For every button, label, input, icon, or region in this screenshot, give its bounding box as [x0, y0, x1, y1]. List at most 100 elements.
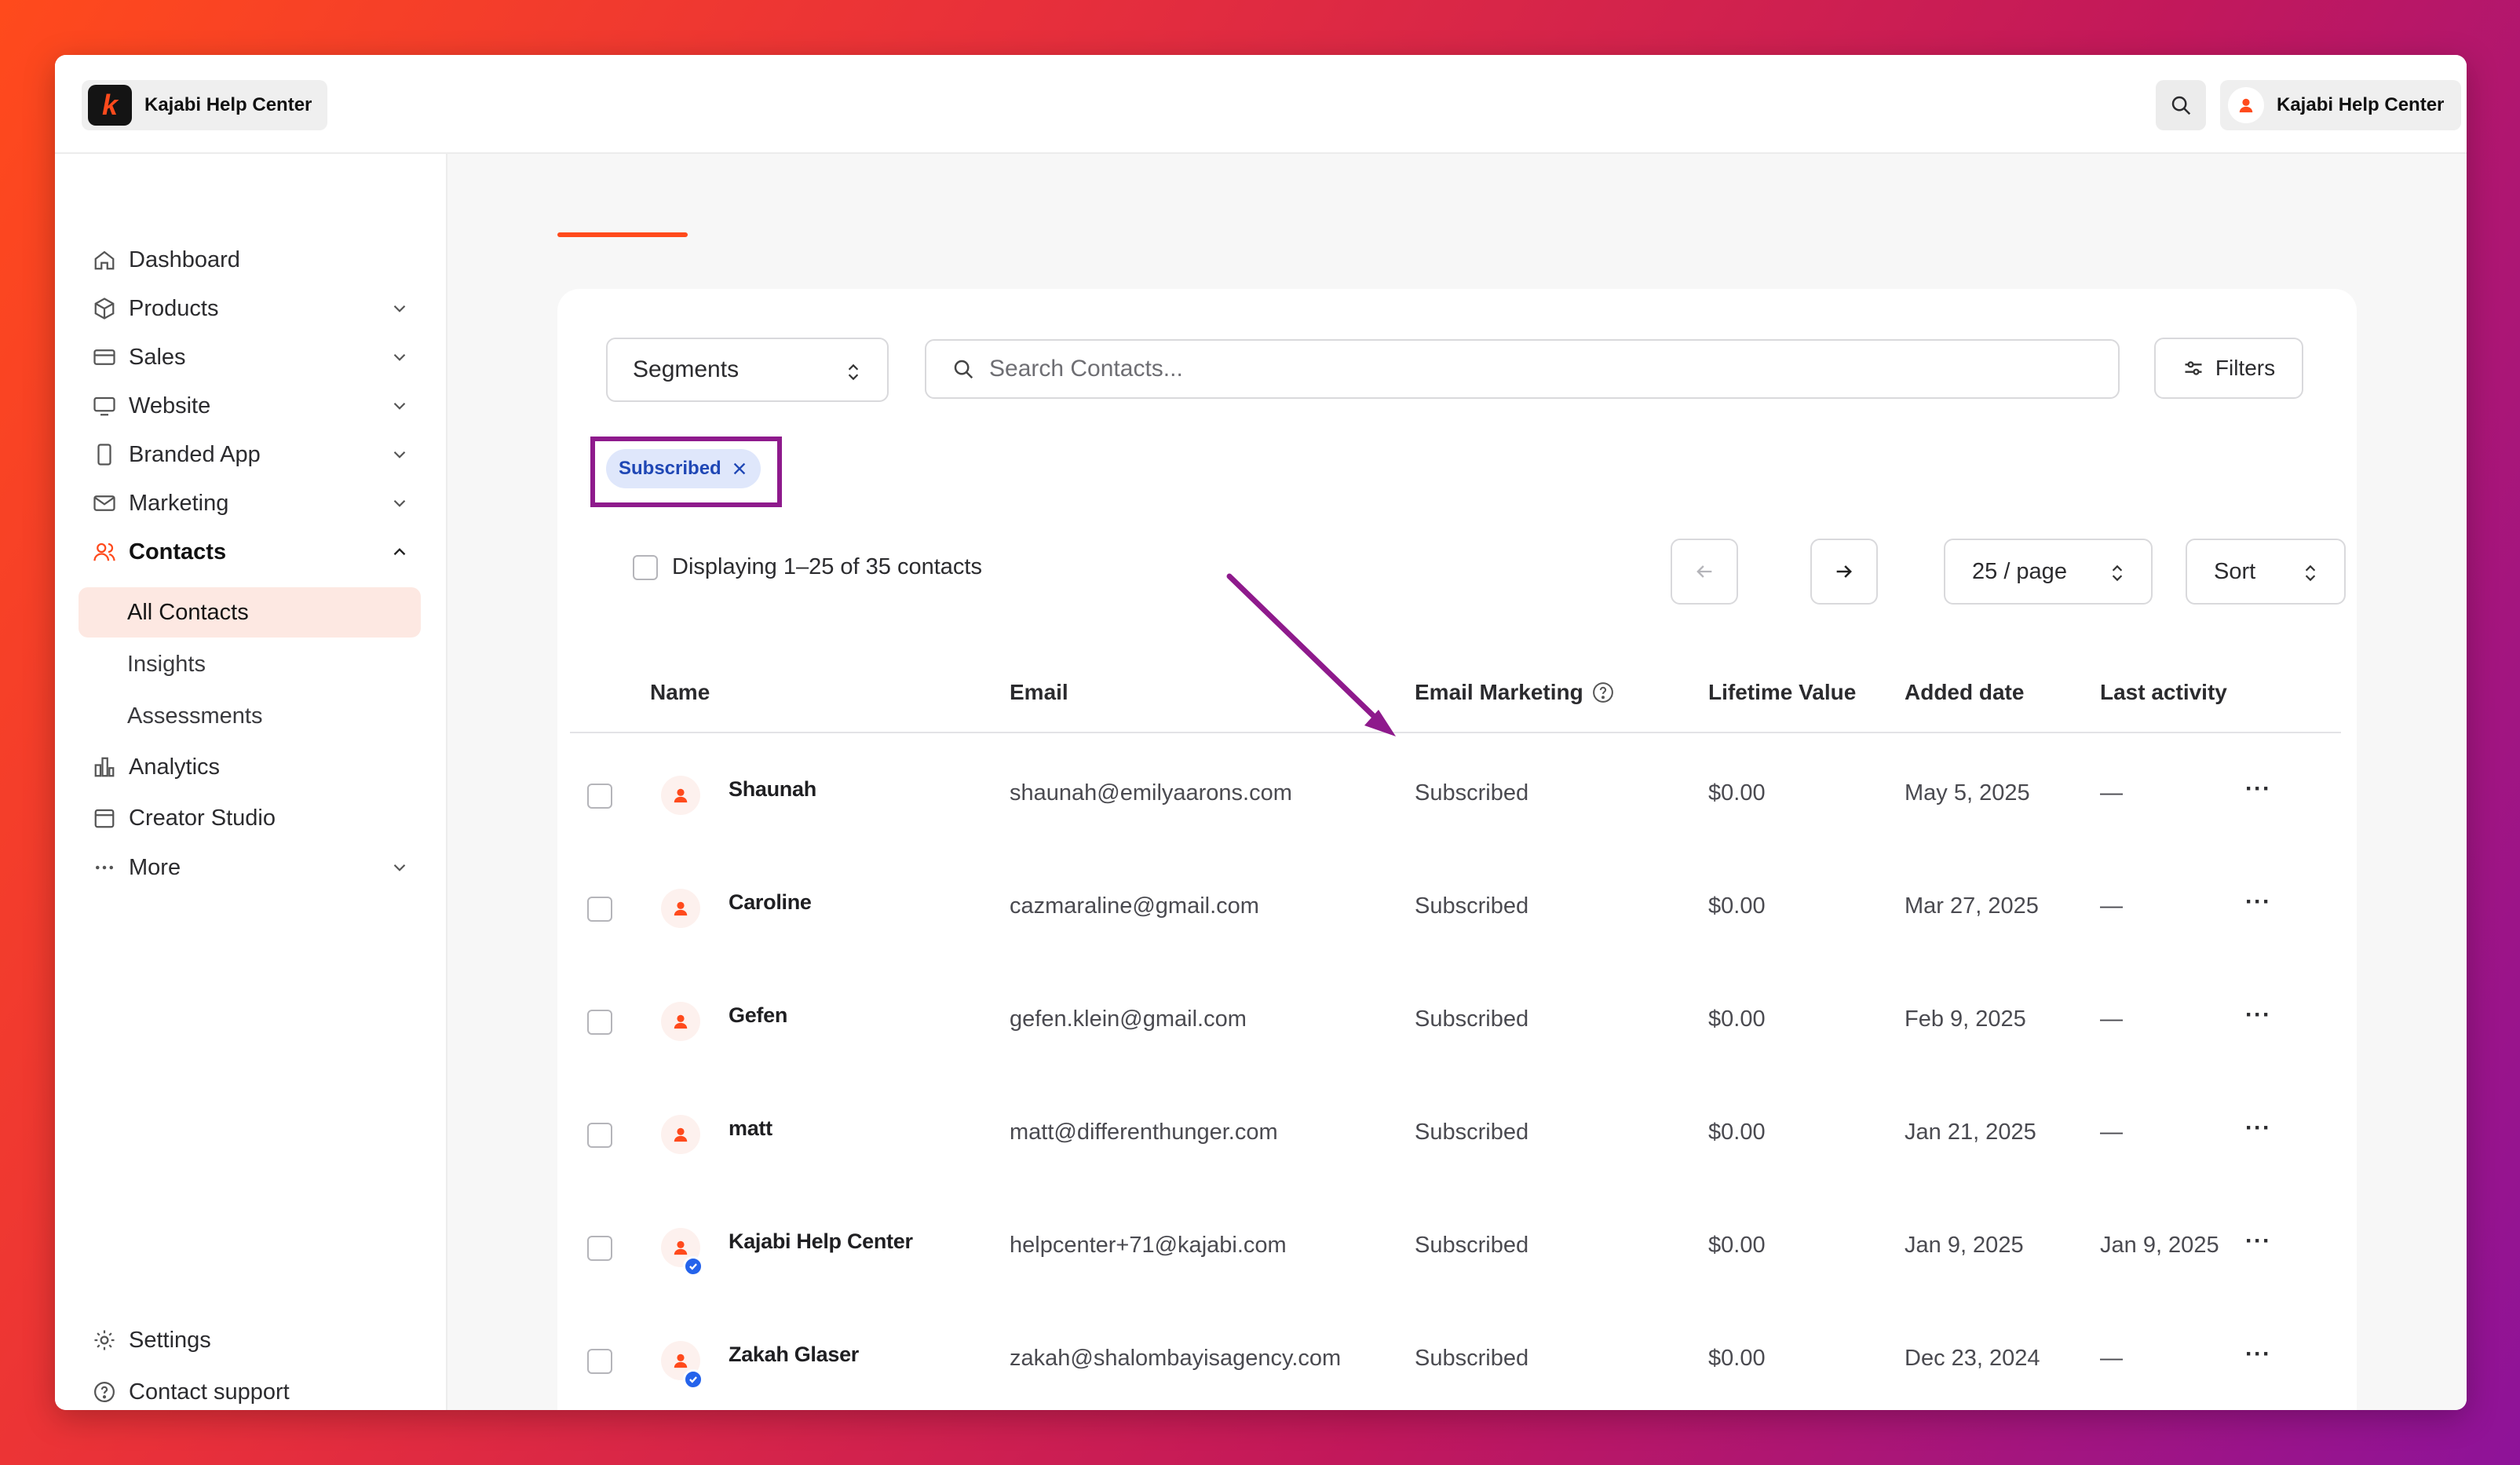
contact-name[interactable]: Kajabi Help Center: [729, 1229, 913, 1254]
contact-name[interactable]: matt: [729, 1116, 772, 1141]
user-icon: [661, 776, 700, 815]
row-checkbox[interactable]: [587, 784, 612, 809]
help-circle-icon: [91, 1379, 118, 1405]
sidebar-item-label: Creator Studio: [129, 805, 276, 831]
user-icon: [661, 1115, 700, 1154]
sidebar-item-contacts[interactable]: Contacts: [79, 528, 421, 576]
table-row[interactable]: Zakah Glaser zakah@shalombayisagency.com S…: [557, 1305, 2357, 1410]
sidebar-item-marketing[interactable]: Marketing: [79, 479, 421, 528]
mail-icon: [91, 490, 118, 517]
column-header-lifetime-value[interactable]: Lifetime Value: [1708, 680, 1856, 705]
contact-email: shaunah@emilyaarons.com: [1010, 780, 1292, 806]
sidebar-item-label: Contacts: [129, 539, 227, 564]
sidebar-item-insights[interactable]: Insights: [79, 639, 421, 689]
column-header-name[interactable]: Name: [650, 680, 710, 705]
arrow-right-icon: [1836, 565, 1852, 578]
display-count-text: Displaying 1–25 of 35 contacts: [672, 554, 982, 579]
table-row[interactable]: Kajabi Help Center helpcenter+71@kajabi.c…: [557, 1192, 2357, 1305]
bar-chart-icon: [91, 754, 118, 780]
info-icon[interactable]: [1591, 681, 1615, 704]
header-label: Added date: [1905, 680, 2025, 704]
row-checkbox[interactable]: [587, 897, 612, 922]
gear-icon: [91, 1327, 118, 1354]
contact-email: matt@differenthunger.com: [1010, 1120, 1278, 1145]
filters-label: Filters: [2215, 356, 2276, 380]
account-menu[interactable]: Kajabi Help Center: [2220, 80, 2462, 130]
sidebar-item-products[interactable]: Products: [79, 284, 421, 333]
row-checkbox[interactable]: [587, 1349, 612, 1374]
contact-email: helpcenter+71@kajabi.com: [1010, 1233, 1287, 1258]
prev-page-button[interactable]: [1671, 539, 1738, 605]
contact-name[interactable]: Shaunah: [729, 777, 816, 802]
contact-name[interactable]: Caroline: [729, 890, 812, 915]
contact-email-marketing: Subscribed: [1415, 1120, 1529, 1145]
sidebar-item-dashboard[interactable]: Dashboard: [79, 236, 421, 284]
global-search-button[interactable]: [2156, 80, 2206, 130]
sidebar-item-branded-app[interactable]: Branded App: [79, 430, 421, 479]
row-more-icon[interactable]: ···: [2245, 1002, 2271, 1028]
active-filter-chip[interactable]: Subscribed: [606, 449, 761, 488]
row-more-icon[interactable]: ···: [2245, 1341, 2271, 1368]
column-header-email-marketing[interactable]: Email Marketing: [1415, 680, 1615, 705]
header-label: Name: [650, 680, 710, 704]
search-icon: [2171, 96, 2191, 115]
app-window: k Kajabi Help Center Kajabi Help Center …: [55, 55, 2467, 1410]
chevron-updown-icon: [848, 364, 859, 381]
sidebar-item-all-contacts[interactable]: All Contacts: [79, 587, 421, 638]
sidebar-item-creator-studio[interactable]: Creator Studio: [79, 794, 421, 842]
sort-select[interactable]: Sort: [2186, 539, 2346, 605]
close-icon[interactable]: [731, 460, 748, 477]
row-more-icon[interactable]: ···: [2245, 889, 2271, 915]
contact-last-activity: —: [2100, 1007, 2123, 1032]
table-row[interactable]: Gefen gefen.klein@gmail.com Subscribed $0.0…: [557, 966, 2357, 1079]
row-checkbox[interactable]: [587, 1236, 612, 1261]
column-header-added-date[interactable]: Added date: [1905, 680, 2024, 705]
contact-email-marketing: Subscribed: [1415, 893, 1529, 919]
contact-lifetime-value: $0.00: [1708, 1007, 1766, 1032]
filters-button[interactable]: Filters: [2154, 338, 2303, 399]
next-page-button[interactable]: [1810, 539, 1878, 605]
segments-select[interactable]: Segments: [606, 338, 889, 402]
contact-name[interactable]: Zakah Glaser: [729, 1343, 859, 1367]
kajabi-logo: k: [88, 85, 132, 126]
contact-email: zakah@shalombayisagency.com: [1010, 1346, 1342, 1371]
user-icon: [661, 1002, 700, 1041]
sidebar-item-website[interactable]: Website: [79, 382, 421, 430]
sidebar-item-label: Products: [129, 295, 219, 321]
sidebar-item-assessments[interactable]: Assessments: [79, 691, 421, 741]
search-icon: [954, 360, 973, 379]
sidebar-item-sales[interactable]: Sales: [79, 333, 421, 382]
sidebar-item-more[interactable]: More: [79, 843, 421, 892]
filter-chip-label: Subscribed: [619, 458, 721, 479]
table-row[interactable]: Caroline cazmaraline@gmail.com Subscribed $…: [557, 853, 2357, 966]
row-more-icon[interactable]: ···: [2245, 1228, 2271, 1255]
column-header-last-activity[interactable]: Last activity: [2100, 680, 2227, 705]
table-row[interactable]: Shaunah shaunah@emilyaarons.com Subscribed…: [557, 740, 2357, 853]
row-checkbox[interactable]: [587, 1123, 612, 1148]
sidebar-item-analytics[interactable]: Analytics: [79, 743, 421, 791]
contact-added-date: Jan 9, 2025: [1905, 1233, 2024, 1258]
chevron-down-icon: [393, 402, 406, 410]
arrow-left-icon: [1696, 565, 1712, 578]
sidebar-item-label: Branded App: [129, 441, 261, 467]
sidebar: Dashboard Products Sales Website Branded…: [55, 154, 447, 1410]
per-page-select[interactable]: 25 / page: [1944, 539, 2153, 605]
sidebar-item-settings[interactable]: Settings: [79, 1316, 421, 1365]
ellipsis-icon: [91, 854, 118, 881]
row-more-icon[interactable]: ···: [2245, 776, 2271, 802]
select-all-checkbox[interactable]: [633, 554, 658, 580]
search-contacts-input[interactable]: [989, 356, 2088, 382]
sort-label: Sort: [2214, 558, 2256, 584]
contact-name[interactable]: Gefen: [729, 1003, 787, 1028]
row-more-icon[interactable]: ···: [2245, 1115, 2271, 1142]
table-row[interactable]: matt matt@differenthunger.com Subscribed $0…: [557, 1079, 2357, 1192]
row-checkbox[interactable]: [587, 1010, 612, 1035]
sidebar-item-label: Analytics: [129, 754, 221, 780]
sidebar-item-contact-support[interactable]: Contact support: [79, 1368, 421, 1410]
contact-added-date: Feb 9, 2025: [1905, 1007, 2026, 1032]
search-contacts-field[interactable]: [925, 339, 2120, 399]
column-header-email[interactable]: Email: [1010, 680, 1068, 705]
sidebar-item-label: Contact support: [129, 1379, 290, 1405]
site-switcher[interactable]: k Kajabi Help Center: [82, 80, 328, 130]
contact-lifetime-value: $0.00: [1708, 1233, 1766, 1258]
